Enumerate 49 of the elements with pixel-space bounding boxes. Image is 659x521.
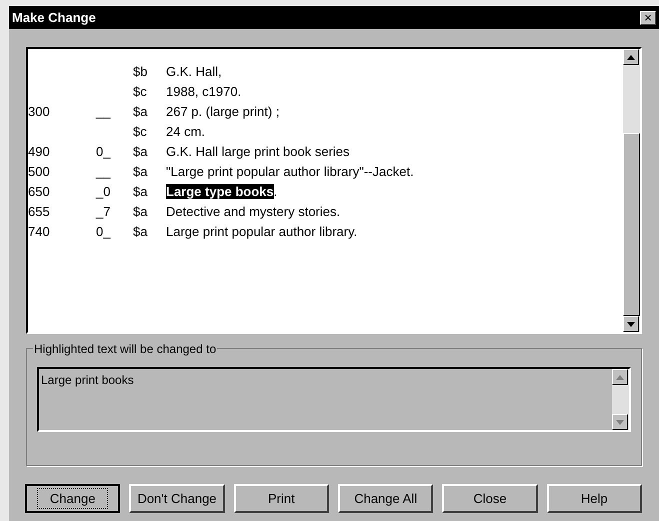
field-text[interactable]: 24 cm. — [166, 122, 206, 142]
subfield-code: $a — [133, 223, 148, 241]
dialog-button[interactable]: Close — [442, 484, 538, 513]
up-arrow-icon — [616, 374, 624, 380]
subfield-code: $c — [133, 83, 148, 101]
field-tag: 500 — [28, 162, 50, 182]
indicators: 0_ — [96, 223, 110, 241]
field-tag: 650 — [28, 182, 50, 202]
field-text[interactable]: G.K. Hall, — [166, 62, 222, 82]
subfield-code: $a — [133, 143, 148, 161]
dialog-button[interactable]: Change — [25, 484, 120, 513]
subfield-code: $b — [133, 63, 148, 81]
field-text[interactable]: "Large print popular author library"--Jacket. — [166, 162, 414, 182]
indicators: __ — [96, 103, 110, 121]
subfield-code: $a — [133, 103, 148, 121]
field-text[interactable]: Large print popular author library. — [166, 222, 358, 242]
indicators: _0 — [96, 183, 110, 201]
close-button[interactable]: × — [640, 10, 656, 24]
scroll-down-button[interactable] — [623, 316, 639, 332]
subfield-code: $c — [133, 123, 148, 141]
dialog-button[interactable]: Change All — [338, 484, 434, 513]
up-arrow-icon — [627, 54, 635, 60]
field-text[interactable]: Detective and mystery stories. — [166, 202, 340, 222]
subfield-code: $a — [133, 203, 148, 221]
down-arrow-icon — [627, 322, 635, 326]
field-text[interactable]: 267 p. (large print) ; — [166, 102, 280, 122]
dialog-button[interactable]: Help — [546, 484, 642, 513]
subfield-code: $a — [133, 183, 148, 201]
field-tag: 300 — [28, 102, 50, 122]
indicators: __ — [96, 163, 110, 181]
field-tag: 740 — [28, 222, 50, 242]
replacement-text-field[interactable]: Large print books — [37, 367, 631, 432]
field-tag: 490 — [28, 142, 50, 162]
indicators: 0_ — [96, 143, 110, 161]
indicators: _7 — [96, 203, 110, 221]
down-arrow-icon — [616, 420, 624, 424]
scroll-up-button[interactable] — [623, 49, 639, 65]
subfield-code: $a — [133, 163, 148, 181]
field-text[interactable]: G.K. Hall large print book series — [166, 142, 350, 162]
dialog-button[interactable]: Don't Change — [129, 484, 225, 513]
scrollbar[interactable] — [623, 49, 640, 332]
window-title: Make Change — [12, 8, 96, 27]
field-text[interactable]: 1988, c1970. — [166, 82, 242, 102]
scroll-up-button[interactable] — [612, 369, 628, 385]
dialog-button[interactable]: Print — [234, 484, 329, 513]
scroll-thumb[interactable] — [623, 133, 640, 316]
field-tag: 655 — [28, 202, 50, 222]
replacement-text: Large print books — [40, 372, 135, 389]
scroll-down-button[interactable] — [612, 414, 628, 430]
